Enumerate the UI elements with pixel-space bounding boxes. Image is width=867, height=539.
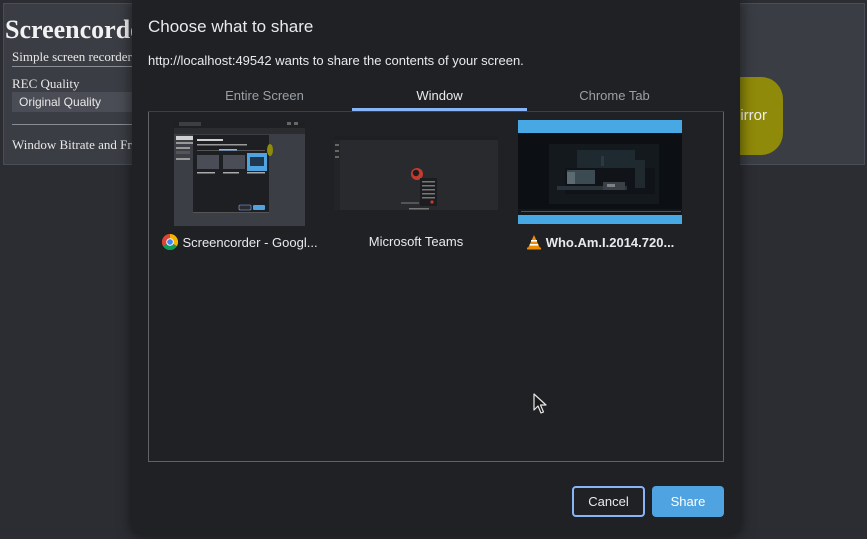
share-screen-dialog: Choose what to share http://localhost:49…: [132, 0, 740, 535]
source-item-vlc[interactable]: Who.Am.I.2014.720...: [517, 120, 683, 260]
source-title: Microsoft Teams: [368, 234, 464, 249]
app-title: Screencorde: [5, 15, 142, 44]
source-label: Microsoft Teams: [333, 234, 499, 249]
share-button[interactable]: Share: [652, 486, 724, 517]
source-label: Screencorder - Googl...: [157, 234, 323, 250]
source-list: Screencorder - Googl... Microsoft Teams …: [148, 112, 724, 462]
source-label: Who.Am.I.2014.720...: [517, 234, 683, 250]
window-thumbnail: [333, 120, 499, 226]
window-thumbnail: [157, 120, 323, 226]
source-title: Who.Am.I.2014.720...: [545, 235, 675, 250]
vlc-icon: [526, 234, 542, 250]
window-thumbnail: [517, 120, 683, 226]
divider: [12, 66, 132, 67]
tab-bar: Entire Screen Window Chrome Tab: [177, 86, 702, 111]
app-subtitle: Simple screen recorder: [12, 49, 132, 64]
tab-window[interactable]: Window: [352, 86, 527, 111]
divider: [12, 124, 132, 125]
source-item-screencorder[interactable]: Screencorder - Googl...: [157, 120, 323, 260]
dialog-title: Choose what to share: [148, 17, 314, 36]
bitrate-label: Window Bitrate and Fr: [12, 137, 132, 152]
dialog-description: http://localhost:49542 wants to share th…: [148, 53, 524, 68]
tab-chrome-tab[interactable]: Chrome Tab: [527, 86, 702, 111]
source-title: Screencorder - Googl...: [182, 235, 318, 250]
cancel-button[interactable]: Cancel: [572, 486, 645, 517]
source-item-microsoft-teams[interactable]: Microsoft Teams: [333, 120, 499, 260]
chrome-icon: [162, 234, 179, 250]
rec-quality-select[interactable]: Original Quality: [12, 92, 137, 112]
rec-quality-label: REC Quality: [12, 76, 80, 91]
mouse-cursor-icon: [533, 393, 547, 420]
tab-entire-screen[interactable]: Entire Screen: [177, 86, 352, 111]
